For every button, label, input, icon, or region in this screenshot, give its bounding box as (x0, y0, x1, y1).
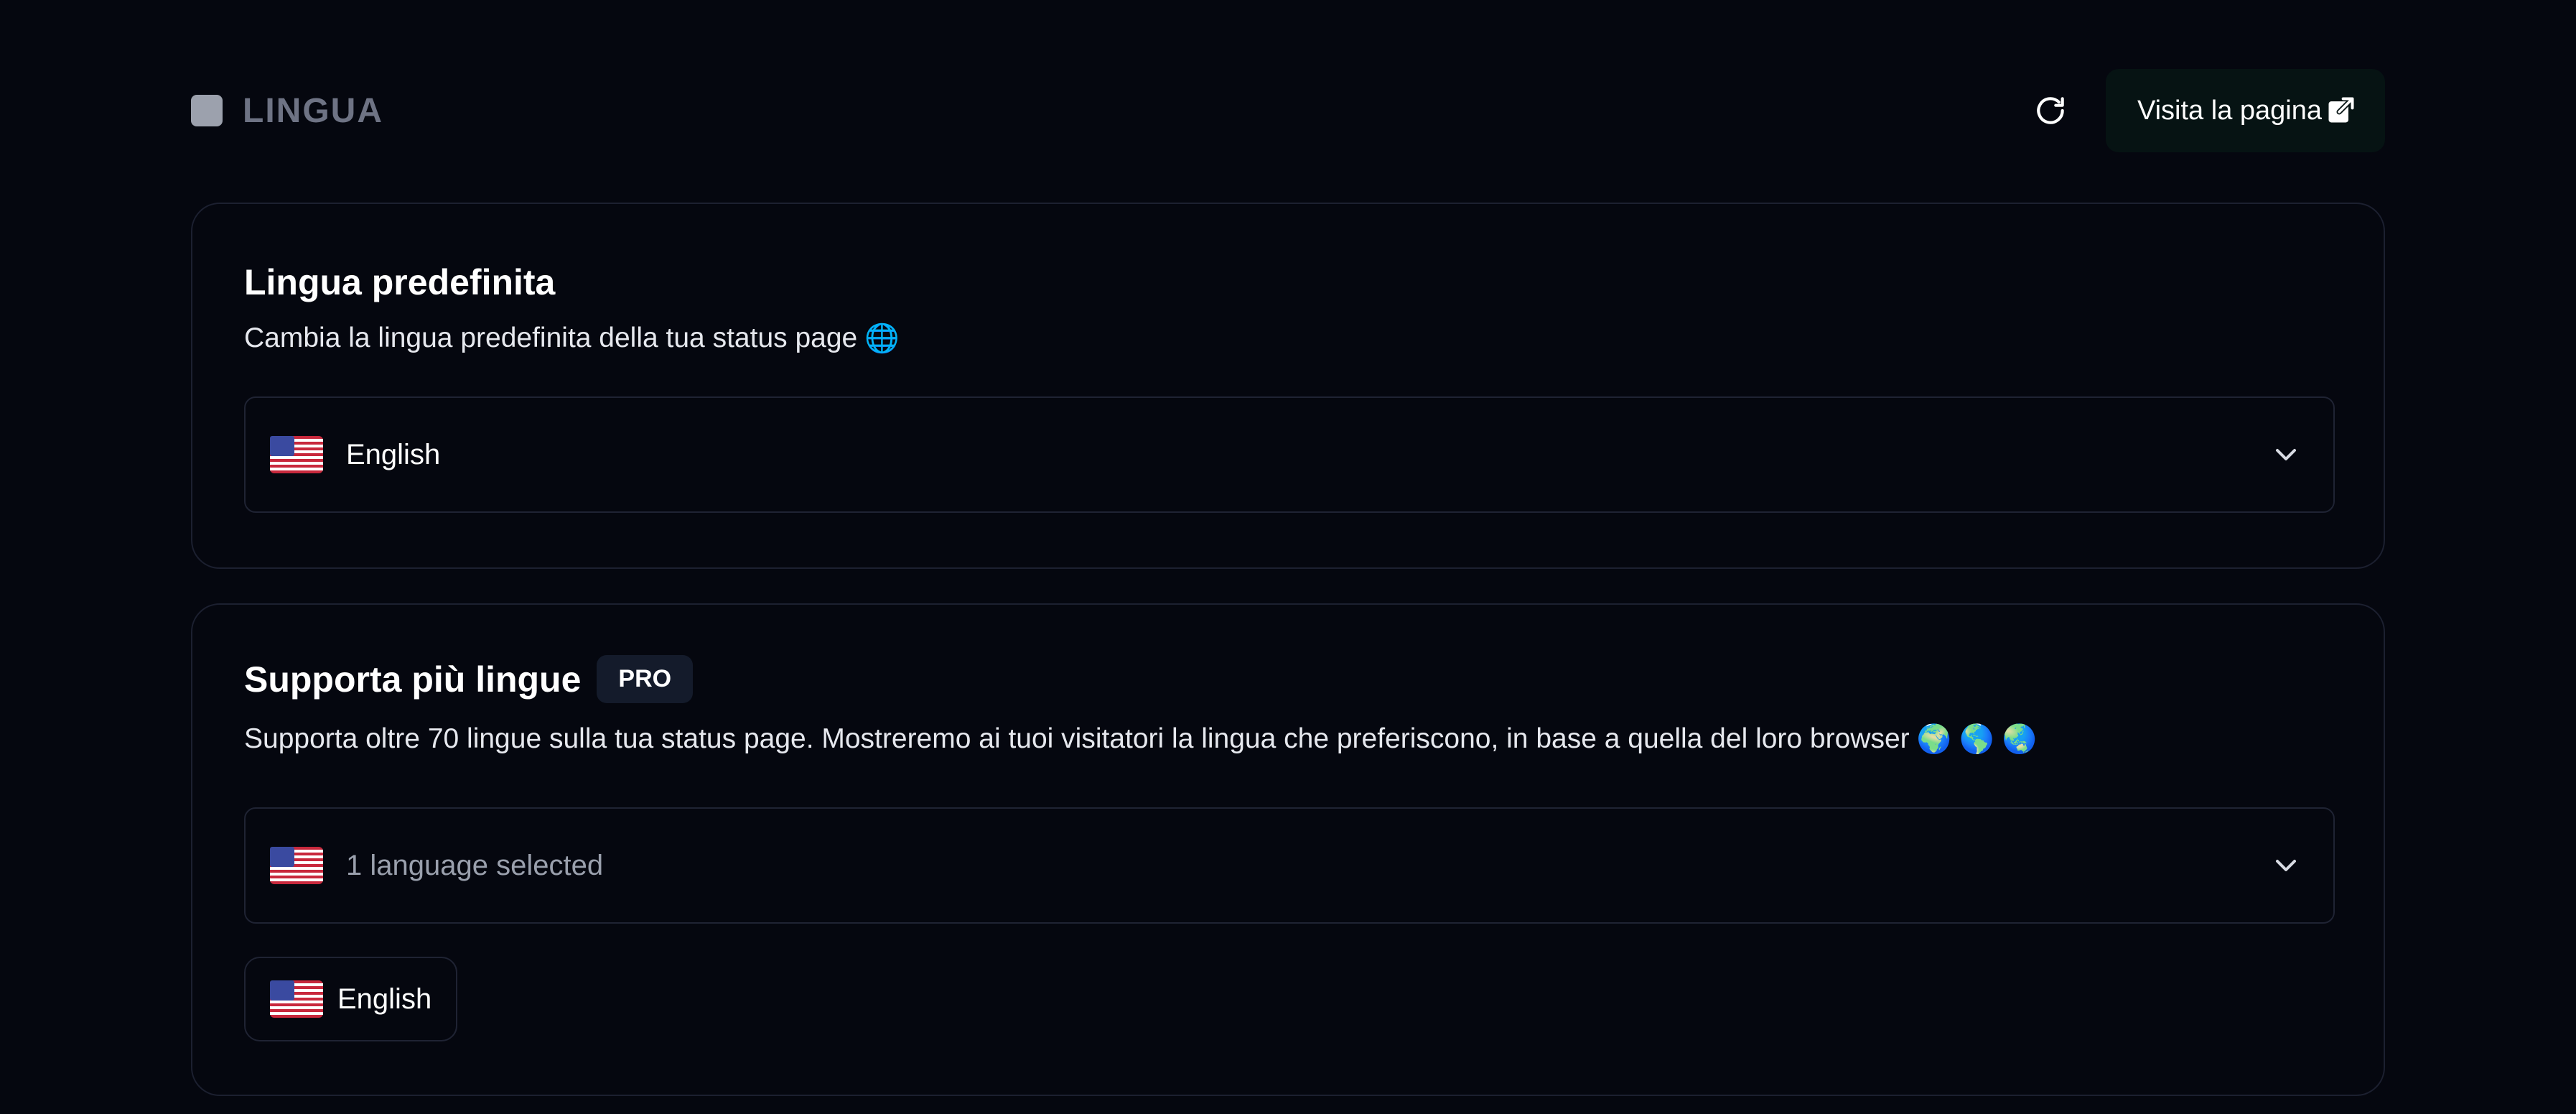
globe-icon: 🌐 (864, 323, 900, 354)
chevron-down-icon (2276, 860, 2296, 871)
us-flag-icon (270, 980, 323, 1018)
us-flag-icon (270, 847, 323, 884)
pro-badge: PRO (597, 655, 694, 703)
refresh-button[interactable] (2022, 83, 2078, 139)
chevron-down-icon (2276, 449, 2296, 460)
multi-language-description-text: Supporta oltre 70 lingue sulla tua statu… (244, 723, 1910, 754)
square-icon (191, 95, 223, 126)
default-language-description-text: Cambia la lingua predefinita della tua s… (244, 322, 858, 353)
visit-page-button[interactable]: Visita la pagina (2105, 69, 2385, 152)
section-heading: LINGUA (191, 91, 383, 131)
selected-language-label: English (337, 983, 432, 1015)
section-title: LINGUA (243, 91, 383, 130)
language-settings-page: LINGUA Visita la pagina Lingua predefini… (0, 0, 2576, 1114)
multi-language-title: Supporta più lingue (244, 659, 582, 700)
default-language-card: Lingua predefinita Cambia la lingua pred… (191, 203, 2385, 569)
default-language-select[interactable]: English (244, 396, 2335, 513)
selected-language-chip[interactable]: English (244, 957, 458, 1041)
default-language-title: Lingua predefinita (244, 262, 556, 302)
multi-language-heading: Supporta più lingue PRO (244, 655, 694, 703)
refresh-icon (2037, 97, 2064, 124)
multi-language-description: Supporta oltre 70 lingue sulla tua statu… (244, 723, 2037, 756)
us-flag-icon (270, 436, 323, 473)
page-header: LINGUA Visita la pagina (191, 69, 2385, 152)
default-language-value: English (346, 438, 441, 470)
header-actions: Visita la pagina (2022, 69, 2385, 152)
multi-language-card: Supporta più lingue PRO Supporta oltre 7… (191, 603, 2385, 1096)
multi-language-placeholder: 1 language selected (346, 849, 604, 881)
multi-language-select[interactable]: 1 language selected (244, 807, 2335, 924)
globe-emojis-icon: 🌍 🌎 🌏 (1916, 724, 2038, 755)
default-language-description: Cambia la lingua predefinita della tua s… (244, 322, 900, 355)
external-link-icon (2328, 97, 2354, 123)
visit-page-label: Visita la pagina (2137, 95, 2322, 126)
